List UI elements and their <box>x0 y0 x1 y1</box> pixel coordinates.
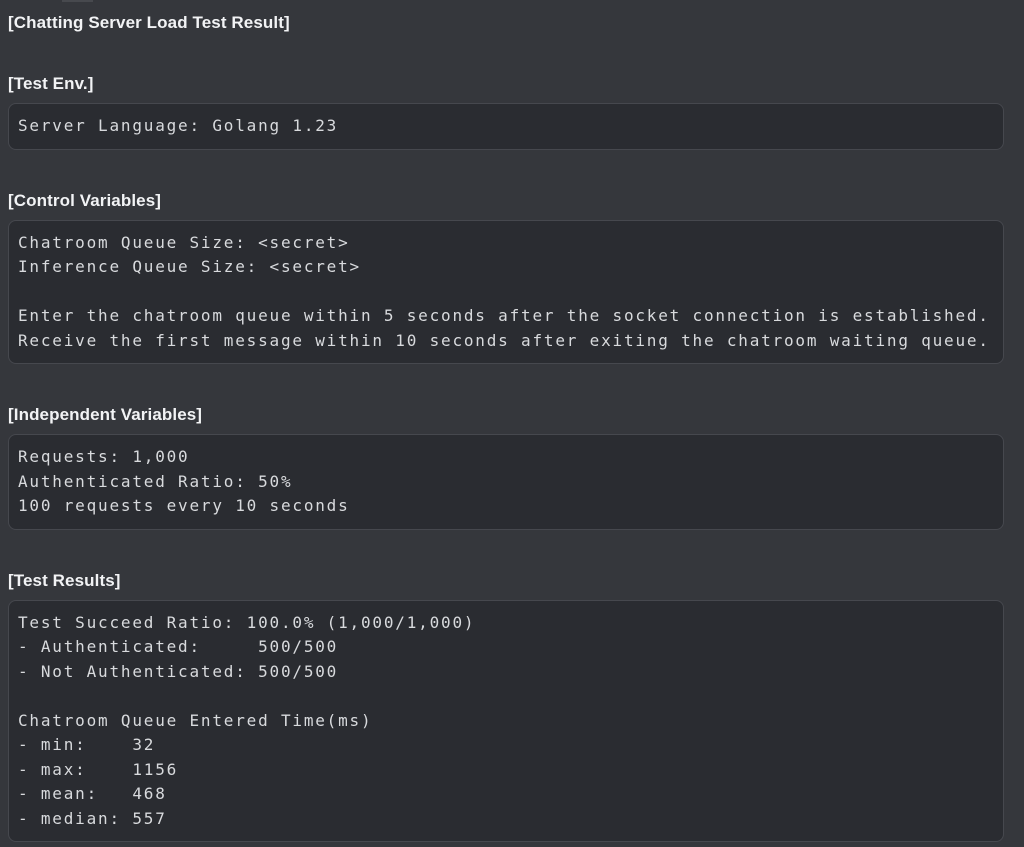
code-block-control-variables: Chatroom Queue Size: <secret> Inference … <box>8 220 1004 365</box>
section-heading-test-results: [Test Results] <box>8 570 1004 591</box>
section-heading-independent-variables: [Independent Variables] <box>8 404 1004 425</box>
previous-message-text-fragment <box>62 0 93 2</box>
code-block-independent-variables: Requests: 1,000 Authenticated Ratio: 50%… <box>8 434 1004 530</box>
section-heading-control-variables: [Control Variables] <box>8 190 1004 211</box>
message-title: [Chatting Server Load Test Result] <box>8 12 1004 33</box>
code-block-test-env: Server Language: Golang 1.23 <box>8 103 1004 150</box>
code-block-test-results: Test Succeed Ratio: 100.0% (1,000/1,000)… <box>8 600 1004 843</box>
chat-message-area: [Chatting Server Load Test Result] [Test… <box>0 0 1024 847</box>
section-heading-test-env: [Test Env.] <box>8 73 1004 94</box>
